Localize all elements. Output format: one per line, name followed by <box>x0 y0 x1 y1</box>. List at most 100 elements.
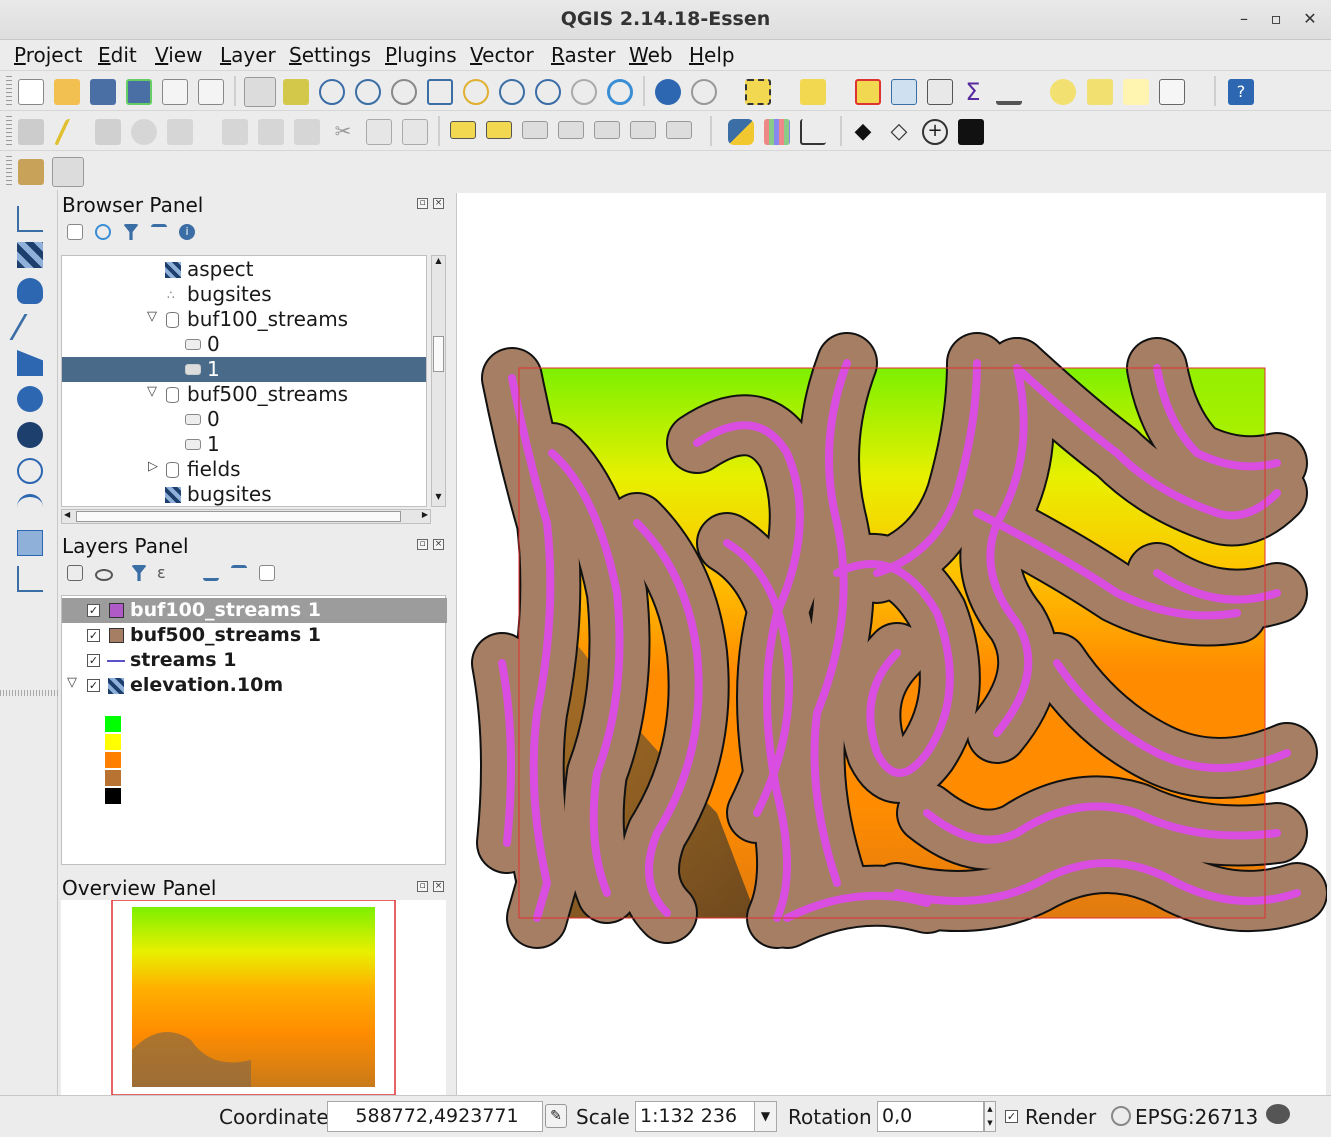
crs-label[interactable]: EPSG:26713 <box>1135 1105 1258 1129</box>
delete-selected-icon[interactable] <box>258 119 284 145</box>
float-panel-icon[interactable]: ▫ <box>417 198 428 209</box>
layers-list[interactable]: ✓ buf100_streams 1 ✓ buf500_streams 1 ✓ … <box>61 595 447 865</box>
toolbar-handle[interactable] <box>6 76 12 106</box>
zoom-in-icon[interactable] <box>319 79 345 105</box>
add-oracle-layer-icon[interactable] <box>17 386 43 412</box>
rotation-spin-icon[interactable]: ▲ ▼ <box>984 1101 996 1132</box>
layer-row[interactable]: ✓ buf500_streams 1 <box>62 623 447 648</box>
close-panel-icon[interactable]: × <box>433 198 444 209</box>
scroll-right-icon[interactable]: ▶ <box>422 510 428 519</box>
layer-visibility-checkbox[interactable]: ✓ <box>87 629 100 642</box>
new-print-composer-icon[interactable] <box>162 79 188 105</box>
chevron-down-icon[interactable]: ▽ <box>147 309 157 324</box>
mouse-coordinate-toggle-icon[interactable]: ✎ <box>545 1104 567 1128</box>
current-edits-icon[interactable] <box>18 119 44 145</box>
layer-row[interactable]: ✓ buf100_streams 1 <box>62 598 447 623</box>
tree-row[interactable]: ▽ buf100_streams <box>62 307 426 332</box>
trash-icon[interactable] <box>294 119 320 145</box>
copy-icon[interactable] <box>366 119 392 145</box>
help-icon[interactable]: ? <box>1228 79 1254 105</box>
tree-row[interactable]: 0 <box>62 332 426 357</box>
tree-row[interactable]: ∴ bugsites <box>62 282 426 307</box>
float-panel-icon[interactable]: ▫ <box>417 539 428 550</box>
deselect-all-icon[interactable] <box>855 79 881 105</box>
identify-icon[interactable] <box>655 79 681 105</box>
label-icon[interactable] <box>450 121 476 139</box>
scroll-down-icon[interactable]: ▼ <box>433 492 444 506</box>
expand-all-icon[interactable] <box>203 565 219 581</box>
zoom-native-icon[interactable] <box>391 79 417 105</box>
scroll-up-icon[interactable]: ▲ <box>433 256 444 270</box>
add-postgis-layer-icon[interactable] <box>17 278 43 304</box>
menu-help[interactable]: Help <box>689 43 735 67</box>
save-project-icon[interactable] <box>90 79 116 105</box>
paste-icon[interactable] <box>402 119 428 145</box>
tree-row[interactable]: aspect <box>62 257 426 282</box>
menu-view[interactable]: View <box>155 43 202 67</box>
zoom-last-icon[interactable] <box>535 79 561 105</box>
add-delimited-text-icon[interactable] <box>17 530 43 556</box>
add-spatialite-layer-icon[interactable] <box>9 314 51 340</box>
filter-legend-icon[interactable] <box>131 565 147 581</box>
new-project-icon[interactable] <box>18 79 44 105</box>
splitter-grip[interactable] <box>0 690 58 696</box>
move-feature-icon[interactable] <box>167 119 193 145</box>
toolbar-handle-2[interactable] <box>6 116 12 146</box>
show-bookmarks-icon[interactable] <box>1123 79 1149 105</box>
chevron-down-icon[interactable]: ▽ <box>67 675 77 690</box>
properties-icon[interactable]: i <box>179 224 195 240</box>
save-as-icon[interactable] <box>126 79 152 105</box>
scale-dropdown-icon[interactable]: ▼ <box>754 1101 777 1132</box>
coordinate-field[interactable]: 588772,4923771 <box>327 1101 543 1132</box>
browser-refresh-icon[interactable] <box>95 224 111 240</box>
menu-vector[interactable]: Vector <box>470 43 534 67</box>
remove-layers-icon[interactable]: ◇ <box>886 119 912 145</box>
open-project-icon[interactable] <box>54 79 80 105</box>
messages-icon[interactable] <box>1266 1104 1290 1124</box>
plugin-grid-icon[interactable] <box>764 119 790 145</box>
select-features-icon[interactable] <box>745 79 771 105</box>
scale-combobox[interactable]: 1:132 236 <box>635 1101 755 1132</box>
layer-styling-icon[interactable] <box>67 565 83 581</box>
zoom-full-icon[interactable] <box>427 79 453 105</box>
add-raster-layer-icon[interactable] <box>17 242 43 268</box>
scrollbar-thumb[interactable] <box>433 336 444 372</box>
zoom-out-icon[interactable] <box>355 79 381 105</box>
profile-tool-icon[interactable] <box>800 119 826 145</box>
tree-row[interactable]: 0 <box>62 407 426 432</box>
new-shapefile-icon[interactable] <box>17 566 43 592</box>
select-by-expression-icon[interactable] <box>800 79 826 105</box>
add-circle-icon[interactable]: + <box>922 119 948 145</box>
toolbar-handle-3[interactable] <box>6 156 12 186</box>
change-label-icon[interactable] <box>666 121 692 139</box>
map-tips-icon[interactable] <box>1050 79 1076 105</box>
menu-project[interactable]: Project <box>14 43 82 67</box>
new-bookmark-icon[interactable] <box>1087 79 1113 105</box>
maximize-icon[interactable]: ▫ <box>1265 8 1287 30</box>
filter-icon[interactable] <box>123 224 139 240</box>
menu-raster[interactable]: Raster <box>551 43 616 67</box>
minimize-icon[interactable]: – <box>1233 8 1255 30</box>
layer-row[interactable]: ✓ streams 1 <box>62 648 447 673</box>
add-mssql-layer-icon[interactable] <box>17 350 43 376</box>
add-selected-layer-icon[interactable] <box>67 224 83 240</box>
pan-icon[interactable] <box>244 77 276 107</box>
browser-tree[interactable]: aspect ∴ bugsites ▽ buf100_streams 0 1 ▽… <box>61 255 427 507</box>
scrollbar-thumb[interactable] <box>76 511 401 522</box>
layer-row[interactable]: ▽ ✓ elevation.10m <box>62 673 447 698</box>
tree-row[interactable]: bugsites <box>62 482 426 506</box>
rotate-label-icon[interactable] <box>630 121 656 139</box>
tree-row[interactable]: 1 <box>62 357 426 382</box>
statistics-icon[interactable]: Σ <box>960 79 986 105</box>
browser-vertical-scrollbar[interactable]: ▲ ▼ <box>431 255 446 507</box>
remove-layer-icon[interactable] <box>259 565 275 581</box>
layer-visibility-checkbox[interactable]: ✓ <box>87 679 100 692</box>
grass-tools-icon[interactable] <box>18 159 44 185</box>
browser-horizontal-scrollbar[interactable]: ◀ ▶ <box>61 509 431 524</box>
layer-visibility-checkbox[interactable]: ✓ <box>87 604 100 617</box>
field-calculator-icon[interactable] <box>927 79 953 105</box>
add-feature-icon[interactable] <box>131 119 157 145</box>
zoom-next-icon[interactable] <box>571 79 597 105</box>
crs-globe-icon[interactable] <box>1111 1106 1131 1126</box>
measure-icon[interactable] <box>996 79 1022 105</box>
